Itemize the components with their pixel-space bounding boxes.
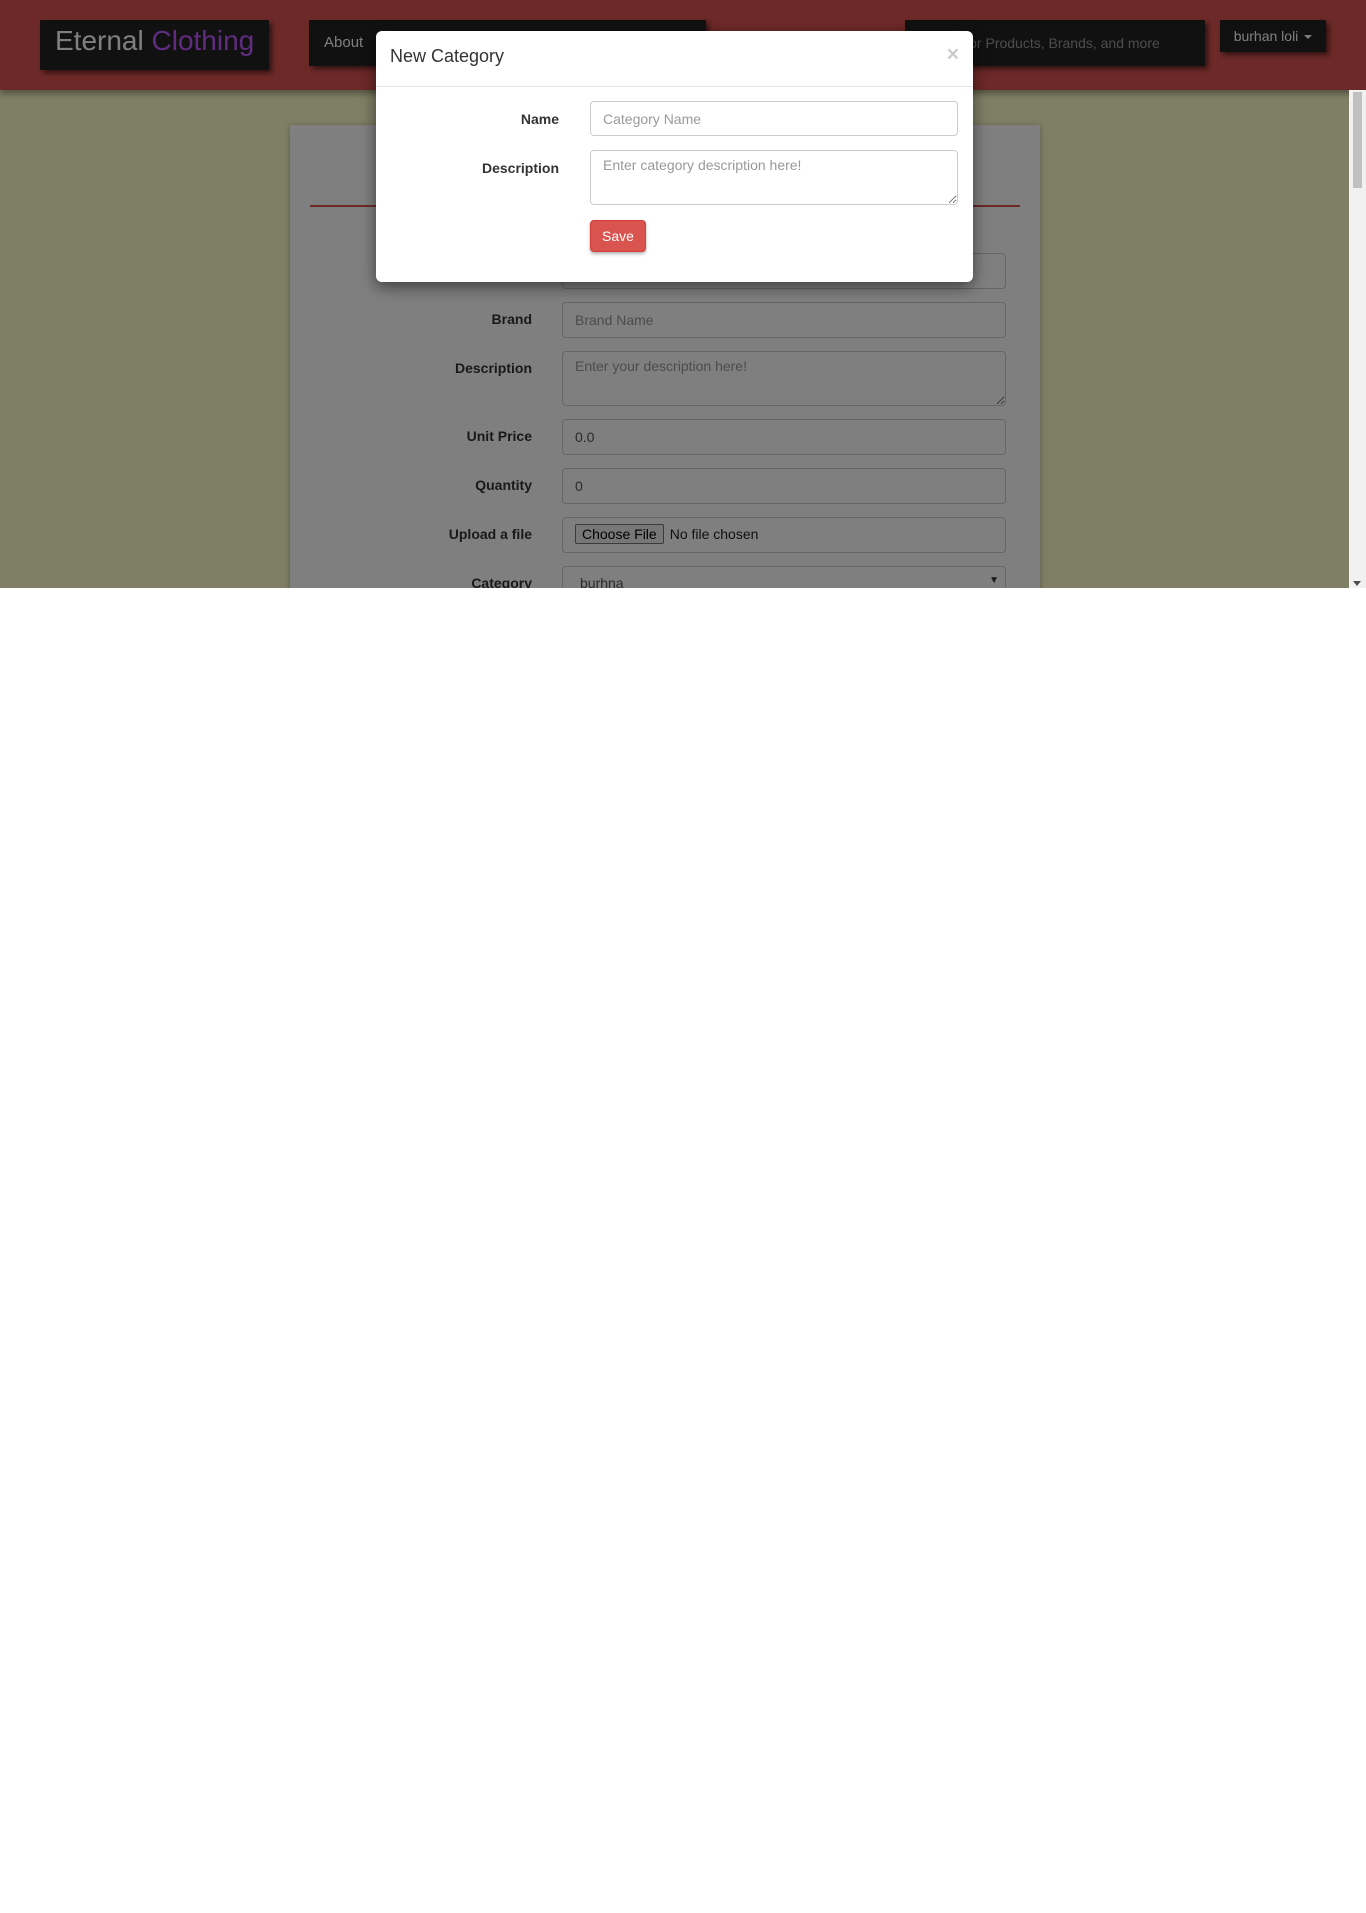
scroll-down-arrow-icon[interactable] <box>1353 581 1361 586</box>
category-description-textarea[interactable] <box>590 150 958 205</box>
category-name-input[interactable] <box>590 101 958 136</box>
page-scrollbar[interactable] <box>1349 90 1366 588</box>
category-description-label: Description <box>481 160 559 176</box>
scrollbar-thumb[interactable] <box>1353 92 1362 188</box>
modal-header: New Category × <box>376 31 973 87</box>
modal-title: New Category <box>390 46 505 66</box>
category-name-label: Name <box>520 111 559 127</box>
close-icon[interactable]: × <box>947 43 959 67</box>
save-button[interactable]: Save <box>590 220 646 252</box>
new-category-modal: New Category × Name Description Save <box>376 31 973 282</box>
browser-viewport: Eternal Clothing About burhan loli Brand… <box>0 0 1366 588</box>
